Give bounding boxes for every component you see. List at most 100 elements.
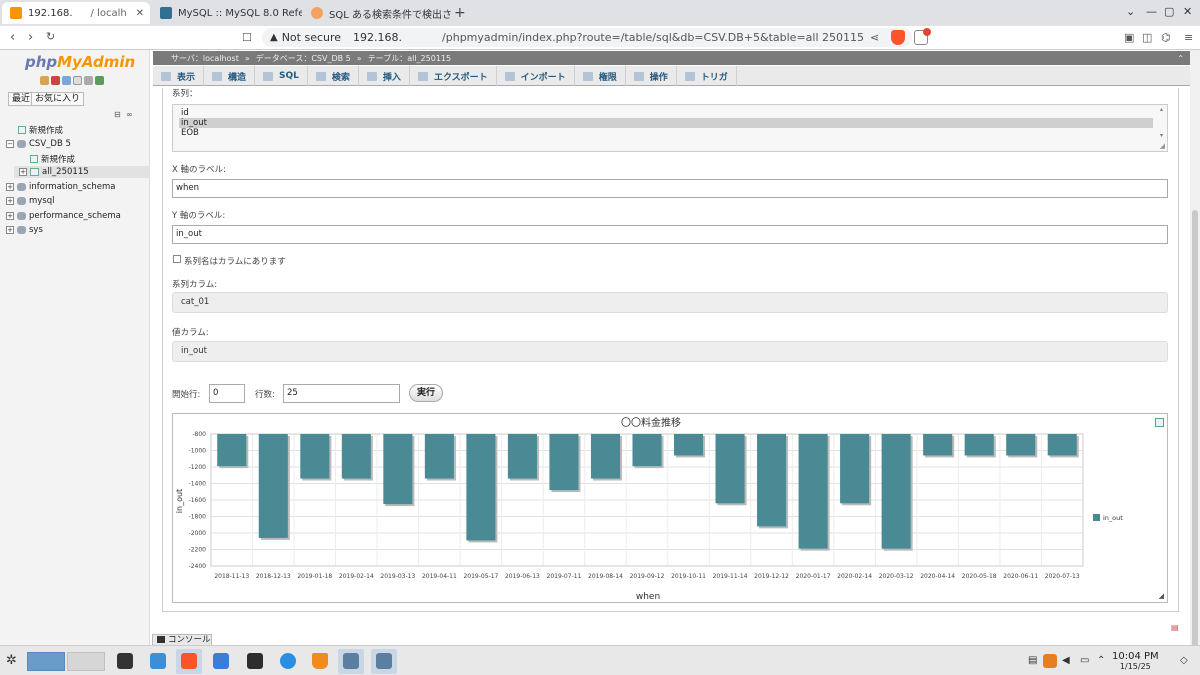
back-icon[interactable]: ‹: [10, 30, 15, 45]
page-settings-icon[interactable]: ▤: [1171, 623, 1179, 632]
browser-tab-phpmyadmin[interactable]: 192.168. / localh ✕: [2, 2, 150, 24]
wallet-icon[interactable]: ◫: [1142, 31, 1152, 44]
reload-icon[interactable]: ↻: [46, 30, 55, 43]
close-icon[interactable]: ✕: [136, 8, 144, 19]
tree-item-performance-schema[interactable]: + performance_schema: [6, 211, 121, 221]
browser-tab-mysql-ref[interactable]: MySQL :: MySQL 8.0 Refer: [152, 2, 302, 24]
terminal-icon[interactable]: [117, 653, 133, 669]
console-app-icon[interactable]: [247, 653, 263, 669]
tree-item-all-250115[interactable]: + all_250115: [19, 167, 89, 177]
close-window-icon[interactable]: ✕: [1183, 5, 1192, 18]
start-row-input[interactable]: 0: [209, 384, 245, 403]
browser-tab-sql-search[interactable]: SQL ある検索条件で検出された: [303, 2, 451, 24]
breadcrumb-table[interactable]: テーブル：all_250115: [368, 53, 451, 64]
tab-export[interactable]: エクスポート: [410, 66, 497, 86]
series-in-column-checkbox[interactable]: [173, 255, 181, 263]
bar-2019-03-13[interactable]: [383, 434, 413, 505]
tree-item-information-schema[interactable]: + information_schema: [6, 182, 116, 192]
url-input[interactable]: ▲ Not secure 192.168. /phpmyadmin/index.…: [262, 28, 912, 47]
chevron-down-icon[interactable]: ⌄: [1126, 5, 1135, 18]
vpn-icon[interactable]: ⌬: [1161, 31, 1171, 44]
series-option[interactable]: id: [181, 108, 189, 118]
tree-item-new-table[interactable]: 新規作成: [30, 153, 75, 165]
vlc-icon[interactable]: [312, 653, 328, 669]
row-count-input[interactable]: 25: [283, 384, 400, 403]
bar-2020-03-12[interactable]: [881, 434, 911, 549]
clock[interactable]: 10:04 PM 1/15/25: [1112, 652, 1159, 672]
scroll-up-icon[interactable]: ▴: [1160, 106, 1163, 113]
favorites-button[interactable]: お気に入り: [31, 92, 85, 106]
clipboard-icon[interactable]: ▤: [1028, 655, 1037, 666]
new-tab-button[interactable]: +: [454, 5, 466, 21]
phpmyadmin-logo[interactable]: phpMyAdmin: [25, 53, 135, 71]
bar-2020-06-11[interactable]: [1006, 434, 1036, 456]
show-desktop-icon[interactable]: ◇: [1180, 655, 1188, 666]
resize-handle-icon[interactable]: ◢: [1160, 142, 1165, 150]
series-option-selected[interactable]: in_out: [179, 118, 1153, 128]
bar-2020-02-14[interactable]: [840, 434, 870, 504]
query-window-icon[interactable]: [62, 76, 71, 85]
bar-2019-06-13[interactable]: [507, 434, 537, 479]
monitor-app-icon[interactable]: [343, 653, 359, 669]
bar-2019-12-12[interactable]: [757, 434, 787, 527]
bar-2018-12-13[interactable]: [258, 434, 288, 538]
store-icon[interactable]: [150, 653, 166, 669]
bar-2019-09-12[interactable]: [632, 434, 662, 467]
docs-icon[interactable]: [73, 76, 82, 85]
expand-icon[interactable]: +: [19, 168, 27, 176]
expand-icon[interactable]: +: [6, 226, 14, 234]
sidebar-icon[interactable]: ▣: [1124, 31, 1134, 44]
rewards-icon[interactable]: [914, 28, 931, 45]
bar-2019-08-14[interactable]: [590, 434, 621, 479]
bar-2019-10-11[interactable]: [673, 434, 704, 456]
expand-icon[interactable]: +: [6, 183, 14, 191]
tab-browse[interactable]: 表示: [153, 66, 205, 86]
tree-item-mysql[interactable]: + mysql: [6, 196, 55, 206]
logout-icon[interactable]: [51, 76, 60, 85]
bar-2020-07-13[interactable]: [1047, 434, 1077, 456]
app-launcher-icon[interactable]: ✲: [6, 653, 17, 668]
bar-2019-01-18[interactable]: [300, 434, 330, 479]
series-option[interactable]: EOB: [181, 128, 199, 138]
tab-triggers[interactable]: トリガ: [677, 66, 737, 86]
tab-insert[interactable]: 挿入: [359, 66, 410, 86]
tab-import[interactable]: インポート: [497, 66, 575, 86]
tree-item-csv-db5[interactable]: − CSV_DB 5: [6, 139, 71, 149]
breadcrumb-database[interactable]: データベース：CSV_DB 5: [256, 53, 351, 64]
menu-icon[interactable]: ≡: [1184, 31, 1193, 44]
x-label-input[interactable]: when: [172, 179, 1168, 198]
collapse-icon[interactable]: −: [6, 140, 14, 148]
share-icon[interactable]: ⋖: [870, 31, 879, 44]
scroll-down-icon[interactable]: ▾: [1160, 132, 1163, 139]
bookmark-icon[interactable]: ☐: [242, 31, 252, 44]
chart-export-icon[interactable]: [1155, 418, 1164, 427]
network-app-icon[interactable]: [280, 653, 296, 669]
settings-icon[interactable]: [84, 76, 93, 85]
forward-icon[interactable]: ›: [28, 30, 33, 45]
display-icon[interactable]: ▭: [1080, 655, 1089, 666]
tab-operations[interactable]: 操作: [626, 66, 677, 86]
collapse-breadcrumb-icon[interactable]: ⌃: [1177, 54, 1184, 63]
series-in-column-label[interactable]: 系列名はカラムにあります: [184, 255, 286, 267]
volume-icon[interactable]: ◀: [1062, 655, 1070, 666]
bar-2020-04-14[interactable]: [923, 434, 953, 456]
pager-desktop-1[interactable]: [27, 652, 65, 671]
breadcrumb-server[interactable]: サーバ：localhost: [171, 53, 239, 64]
tab-privileges[interactable]: 権限: [575, 66, 626, 86]
input-method-icon[interactable]: [1043, 654, 1057, 668]
bar-2019-05-17[interactable]: [466, 434, 496, 541]
brave-shields-icon[interactable]: [891, 30, 905, 45]
monitor-app-icon[interactable]: [376, 653, 392, 669]
tab-sql[interactable]: SQL: [255, 66, 308, 86]
collapse-all-icon[interactable]: ⊟: [114, 110, 121, 119]
bar-2020-05-18[interactable]: [964, 434, 994, 456]
link-icon[interactable]: ∞: [126, 110, 133, 119]
bar-2019-11-14[interactable]: [715, 434, 745, 504]
bar-2018-11-13[interactable]: [217, 434, 247, 467]
tray-expand-icon[interactable]: ⌃: [1097, 655, 1105, 666]
value-column-field[interactable]: in_out: [172, 341, 1168, 362]
tab-structure[interactable]: 構造: [204, 66, 256, 86]
reload-nav-icon[interactable]: [95, 76, 104, 85]
brave-browser-icon[interactable]: [181, 653, 197, 669]
scrollbar-thumb[interactable]: [1192, 210, 1198, 675]
